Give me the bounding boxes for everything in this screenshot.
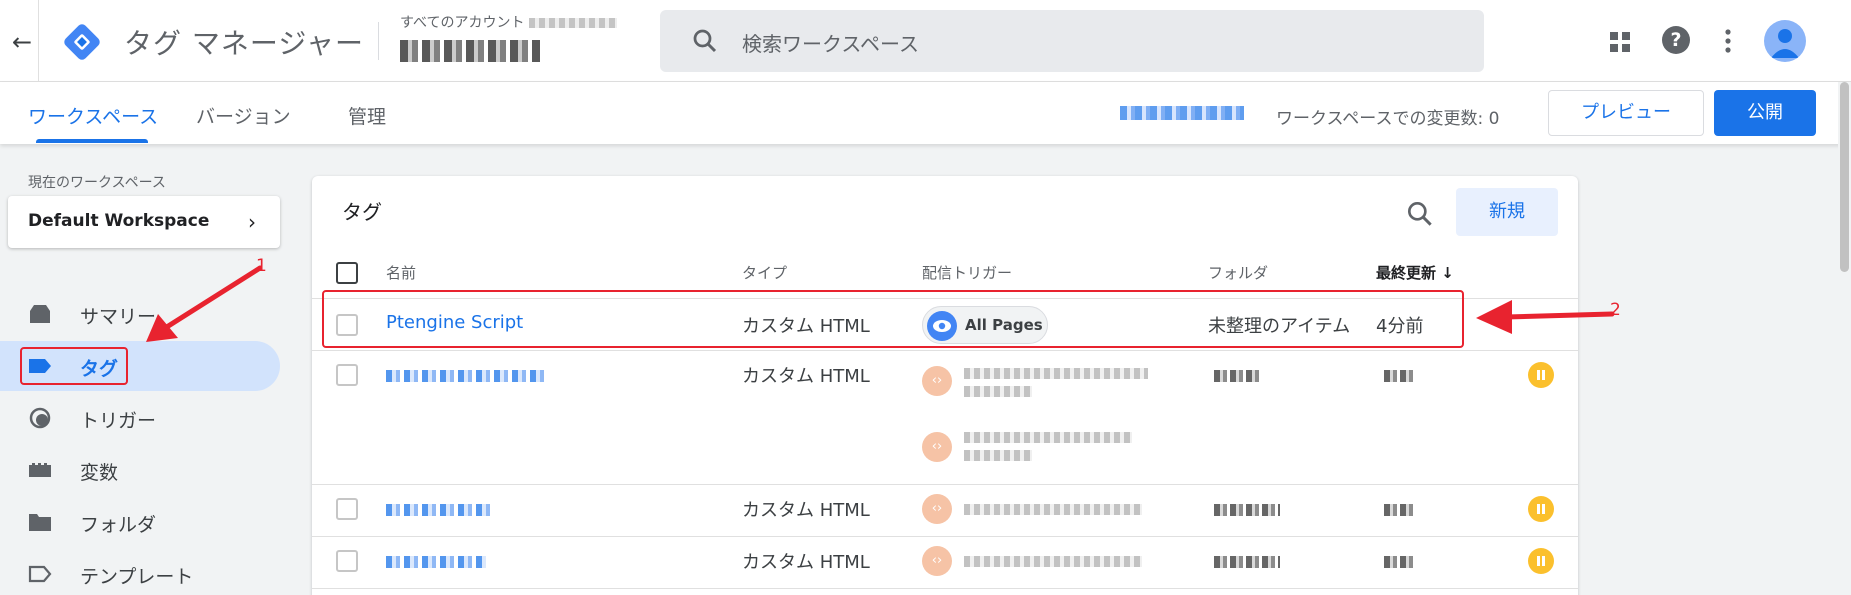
sidebar-item-label: 変数: [80, 462, 119, 484]
column-header-type[interactable]: タイプ: [742, 262, 787, 283]
sidebar-item-label: トリガー: [80, 410, 157, 432]
variables-icon: [29, 463, 51, 477]
tag-name-redacted[interactable]: [386, 504, 490, 516]
tab-admin[interactable]: 管理: [348, 102, 386, 129]
paused-icon: [1528, 362, 1554, 388]
new-tag-button[interactable]: 新規: [1456, 188, 1558, 236]
folder-name-redacted: [1214, 370, 1262, 382]
highlight-box-tags: [20, 347, 128, 385]
annotation-arrow-1: [146, 265, 263, 342]
back-arrow-icon[interactable]: ←: [8, 28, 36, 56]
row-checkbox[interactable]: [336, 550, 358, 572]
trigger-icon: [29, 407, 51, 429]
last-edited-redacted: [1384, 370, 1416, 382]
more-vert-icon[interactable]: [1718, 26, 1738, 56]
last-edited-redacted: [1384, 556, 1416, 568]
sidebar-item-triggers[interactable]: トリガー: [0, 393, 280, 443]
trigger-name-redacted: [964, 386, 1032, 397]
active-tab-indicator: [36, 139, 148, 143]
search-placeholder: 検索ワークスペース: [742, 32, 919, 56]
annotation-number-1: 1: [256, 256, 267, 276]
highlight-box-ptengine-row: [322, 290, 1464, 348]
sidebar-item-label: テンプレート: [80, 566, 194, 588]
search-icon[interactable]: [1404, 198, 1436, 230]
code-trigger-icon: ‹›: [922, 546, 952, 576]
sidebar-item-folders[interactable]: フォルダ: [0, 497, 280, 547]
tags-table-card: タグ 新規 名前 タイプ 配信トリガー フォルダ 最終更新 ↓ Ptengine…: [312, 176, 1578, 595]
trigger-name-redacted: [964, 368, 1148, 379]
last-edited-redacted: [1384, 504, 1416, 516]
arrow-down-icon: ↓: [1441, 264, 1454, 282]
chevron-right-icon: ›: [248, 210, 256, 234]
divider: [312, 484, 1578, 485]
trigger-name-redacted: [964, 556, 1142, 567]
search-bar[interactable]: 検索ワークスペース: [660, 10, 1484, 72]
trigger-name-redacted: [964, 450, 1032, 461]
column-header-last-edited[interactable]: 最終更新 ↓: [1376, 262, 1454, 283]
tag-name-redacted[interactable]: [386, 556, 486, 568]
paused-icon: [1528, 548, 1554, 574]
column-header-folder[interactable]: フォルダ: [1208, 262, 1268, 283]
workspace-name: Default Workspace: [28, 211, 210, 231]
current-workspace-label: 現在のワークスペース: [28, 175, 166, 191]
card-title: タグ: [342, 200, 382, 224]
column-header-name[interactable]: 名前: [386, 262, 416, 283]
tag-type: カスタム HTML: [742, 500, 870, 521]
top-app-bar: ← タグ マネージャー すべてのアカウント 検索ワークスペース ?: [0, 0, 1851, 82]
template-icon: [28, 565, 52, 583]
row-checkbox[interactable]: [336, 364, 358, 386]
help-icon[interactable]: ?: [1662, 26, 1690, 54]
folder-name-redacted: [1214, 504, 1280, 516]
code-trigger-icon: ‹›: [922, 432, 952, 462]
app-title: タグ マネージャー: [124, 27, 364, 60]
annotation-arrow-2: [1476, 300, 1615, 334]
scrollbar-thumb[interactable]: [1840, 82, 1849, 272]
trigger-name-redacted: [964, 504, 1142, 515]
tab-versions[interactable]: バージョン: [196, 102, 291, 129]
tab-workspace[interactable]: ワークスペース: [28, 102, 158, 129]
workspace-selector[interactable]: Default Workspace ›: [8, 196, 280, 248]
container-id-redacted: [1120, 106, 1244, 120]
sidebar-item-templates[interactable]: テンプレート: [0, 549, 280, 595]
trigger-name-redacted: [964, 432, 1132, 443]
search-icon: [693, 29, 717, 53]
paused-icon: [1528, 496, 1554, 522]
folder-name-redacted: [1214, 556, 1280, 568]
sidebar-item-label: フォルダ: [80, 514, 157, 536]
account-label[interactable]: すべてのアカウント: [400, 12, 617, 32]
workspace-nav-bar: ワークスペース バージョン 管理 ワークスペースでの変更数: 0 プレビュー 公…: [0, 82, 1851, 144]
preview-button[interactable]: プレビュー: [1548, 90, 1704, 136]
code-trigger-icon: ‹›: [922, 366, 952, 396]
divider: [312, 350, 1578, 351]
code-trigger-icon: ‹›: [922, 494, 952, 524]
divider: [312, 588, 1578, 589]
avatar[interactable]: [1764, 20, 1806, 62]
apps-grid-icon[interactable]: [1608, 30, 1632, 54]
workspace-changes-count: ワークスペースでの変更数: 0: [1276, 109, 1500, 129]
page-scrollbar[interactable]: [1838, 82, 1851, 595]
divider: [312, 536, 1578, 537]
user-icon: [1771, 29, 1799, 58]
publish-button[interactable]: 公開: [1714, 90, 1816, 136]
annotation-number-2: 2: [1610, 300, 1621, 320]
tag-manager-logo-icon: [64, 24, 100, 60]
divider: [38, 0, 39, 82]
container-name-redacted[interactable]: [400, 40, 540, 62]
row-checkbox[interactable]: [336, 498, 358, 520]
divider: [378, 22, 379, 60]
tag-type: カスタム HTML: [742, 552, 870, 573]
folder-icon: [29, 514, 51, 531]
sidebar-item-variables[interactable]: 変数: [0, 445, 280, 495]
summary-icon: [30, 305, 50, 323]
tag-name-redacted[interactable]: [386, 370, 546, 382]
select-all-checkbox[interactable]: [336, 262, 358, 284]
tag-type: カスタム HTML: [742, 366, 870, 387]
column-header-trigger[interactable]: 配信トリガー: [922, 262, 1012, 283]
